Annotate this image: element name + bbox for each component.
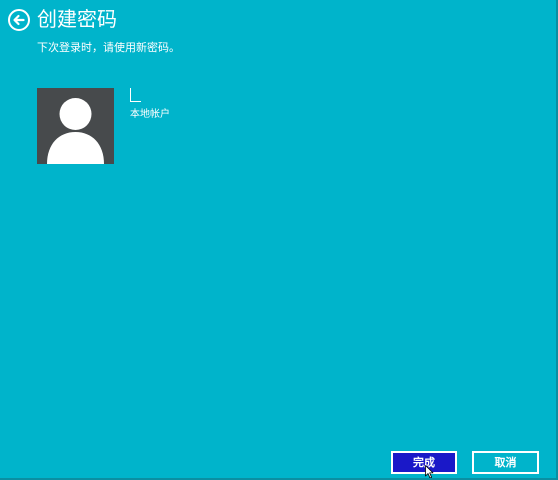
username-text-cursor — [130, 88, 141, 102]
create-password-screen: 创建密码 下次登录时，请使用新密码。 本地帐户 完成 取消 — [0, 0, 558, 480]
finish-button[interactable]: 完成 — [391, 451, 457, 474]
page-title: 创建密码 — [37, 7, 117, 31]
avatar — [37, 88, 114, 164]
account-type-label: 本地帐户 — [130, 109, 170, 120]
back-button[interactable] — [8, 9, 30, 31]
mouse-pointer-icon — [425, 465, 434, 479]
cancel-button[interactable]: 取消 — [472, 451, 539, 474]
user-silhouette-icon — [47, 98, 104, 164]
back-arrow-icon — [13, 14, 25, 26]
page-subtitle: 下次登录时，请使用新密码。 — [37, 41, 180, 54]
